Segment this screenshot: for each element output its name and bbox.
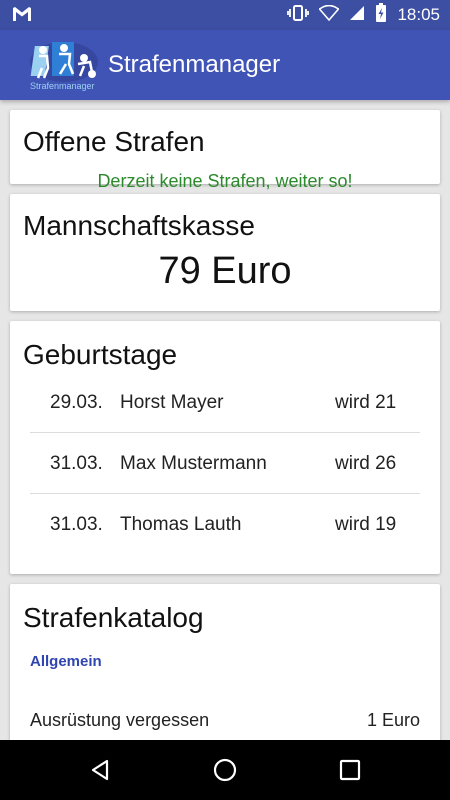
card-offene-strafen[interactable]: Offene Strafen Derzeit keine Strafen, we… [10,110,440,191]
birthday-date: 31.03. [50,453,103,474]
katalog-item-price: 1 Euro [366,710,420,730]
birthday-name: Horst Mayer [120,392,224,413]
status-bar: 18:05 [0,0,450,30]
status-icons: 18:05 [287,0,440,30]
birthday-name: Max Mustermann [120,453,267,474]
battery-charging-icon [375,2,387,28]
kasse-amount: 79 Euro [158,250,292,292]
card-title: Offene Strafen [23,126,205,157]
card-title: Mannschaftskasse [23,210,255,241]
birthday-name: Thomas Lauth [120,514,242,535]
status-time: 18:05 [397,5,440,24]
card-title: Geburtstage [23,339,178,370]
navigation-bar [0,740,450,800]
katalog-section-header: Allgemein [30,653,102,670]
birthday-age: wird 19 [335,514,397,535]
signal-icon [349,5,365,26]
card-geburtstage[interactable]: Geburtstage 29.03. Horst Mayer wird 21 3… [10,321,440,574]
back-icon[interactable] [85,755,115,785]
no-penalties-message: Derzeit keine Strafen, weiter so! [97,171,353,191]
app-bar: Strafenmanager Strafenmanager [0,30,450,100]
card-mannschaftskasse[interactable]: Mannschaftskasse 79 Euro [10,194,440,311]
katalog-item-label[interactable]: Ausrüstung vergessen [30,710,209,731]
logo-text: Strafenmanager [30,81,95,91]
vibrate-icon [287,4,310,26]
birthday-date: 31.03. [50,514,103,535]
app-title: Strafenmanager [108,51,281,78]
birthday-age: wird 21 [335,392,397,413]
app-logo: Strafenmanager [26,38,102,92]
birthday-row[interactable]: 31.03. Thomas Lauth wird 19 [30,494,420,555]
wifi-icon [318,4,341,26]
birthday-row[interactable]: 31.03. Max Mustermann wird 26 [30,433,420,494]
birthday-row[interactable]: 29.03. Horst Mayer wird 21 [30,372,420,433]
gmail-icon [12,6,32,27]
card-title: Strafenkatalog [23,602,204,633]
home-icon[interactable] [210,755,240,785]
birthday-date: 29.03. [50,392,103,413]
recents-icon[interactable] [335,755,365,785]
content-scroll[interactable]: Offene Strafen Derzeit keine Strafen, we… [0,100,450,740]
birthday-age: wird 26 [335,453,397,474]
card-strafenkatalog[interactable]: Strafenkatalog Allgemein Ausrüstung verg… [10,584,440,740]
